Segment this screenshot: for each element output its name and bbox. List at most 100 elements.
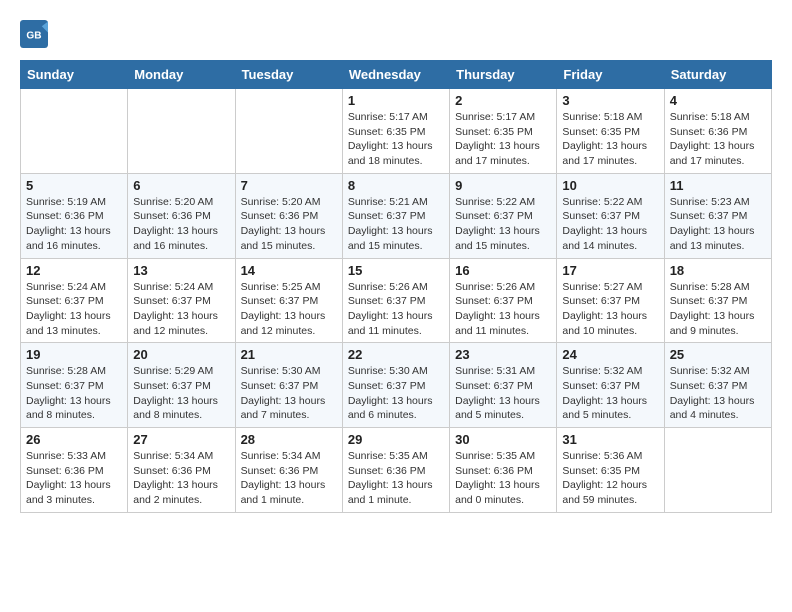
day-number: 3 xyxy=(562,93,658,108)
day-number: 18 xyxy=(670,263,766,278)
day-info: Sunrise: 5:17 AM Sunset: 6:35 PM Dayligh… xyxy=(455,110,551,169)
calendar-week-5: 26 Sunrise: 5:33 AM Sunset: 6:36 PM Dayli… xyxy=(21,428,772,513)
calendar-cell: 19 Sunrise: 5:28 AM Sunset: 6:37 PM Dayli… xyxy=(21,343,128,428)
calendar-cell: 26 Sunrise: 5:33 AM Sunset: 6:36 PM Dayli… xyxy=(21,428,128,513)
day-info: Sunrise: 5:18 AM Sunset: 6:35 PM Dayligh… xyxy=(562,110,658,169)
day-info: Sunrise: 5:17 AM Sunset: 6:35 PM Dayligh… xyxy=(348,110,444,169)
weekday-header-tuesday: Tuesday xyxy=(235,61,342,89)
calendar-cell: 10 Sunrise: 5:22 AM Sunset: 6:37 PM Dayli… xyxy=(557,173,664,258)
day-number: 8 xyxy=(348,178,444,193)
day-info: Sunrise: 5:33 AM Sunset: 6:36 PM Dayligh… xyxy=(26,449,122,508)
calendar-cell: 5 Sunrise: 5:19 AM Sunset: 6:36 PM Daylig… xyxy=(21,173,128,258)
day-info: Sunrise: 5:27 AM Sunset: 6:37 PM Dayligh… xyxy=(562,280,658,339)
day-info: Sunrise: 5:32 AM Sunset: 6:37 PM Dayligh… xyxy=(562,364,658,423)
calendar-cell: 1Sunrise: 5:17 AM Sunset: 6:35 PM Daylig… xyxy=(342,89,449,174)
calendar-cell: 27 Sunrise: 5:34 AM Sunset: 6:36 PM Dayli… xyxy=(128,428,235,513)
day-info: Sunrise: 5:26 AM Sunset: 6:37 PM Dayligh… xyxy=(455,280,551,339)
day-info: Sunrise: 5:29 AM Sunset: 6:37 PM Dayligh… xyxy=(133,364,229,423)
calendar-cell: 23 Sunrise: 5:31 AM Sunset: 6:37 PM Dayli… xyxy=(450,343,557,428)
calendar-cell: 31 Sunrise: 5:36 AM Sunset: 6:35 PM Dayli… xyxy=(557,428,664,513)
calendar-cell: 20 Sunrise: 5:29 AM Sunset: 6:37 PM Dayli… xyxy=(128,343,235,428)
day-info: Sunrise: 5:24 AM Sunset: 6:37 PM Dayligh… xyxy=(26,280,122,339)
weekday-header-saturday: Saturday xyxy=(664,61,771,89)
weekday-header-friday: Friday xyxy=(557,61,664,89)
day-info: Sunrise: 5:34 AM Sunset: 6:36 PM Dayligh… xyxy=(241,449,337,508)
calendar-cell: 8 Sunrise: 5:21 AM Sunset: 6:37 PM Daylig… xyxy=(342,173,449,258)
day-number: 15 xyxy=(348,263,444,278)
day-info: Sunrise: 5:18 AM Sunset: 6:36 PM Dayligh… xyxy=(670,110,766,169)
day-number: 29 xyxy=(348,432,444,447)
calendar-cell xyxy=(235,89,342,174)
day-number: 30 xyxy=(455,432,551,447)
day-number: 22 xyxy=(348,347,444,362)
day-number: 21 xyxy=(241,347,337,362)
day-number: 25 xyxy=(670,347,766,362)
calendar-cell: 18Sunrise: 5:28 AM Sunset: 6:37 PM Dayli… xyxy=(664,258,771,343)
day-number: 20 xyxy=(133,347,229,362)
day-info: Sunrise: 5:25 AM Sunset: 6:37 PM Dayligh… xyxy=(241,280,337,339)
day-info: Sunrise: 5:34 AM Sunset: 6:36 PM Dayligh… xyxy=(133,449,229,508)
day-number: 28 xyxy=(241,432,337,447)
day-info: Sunrise: 5:21 AM Sunset: 6:37 PM Dayligh… xyxy=(348,195,444,254)
day-number: 5 xyxy=(26,178,122,193)
day-number: 12 xyxy=(26,263,122,278)
day-number: 23 xyxy=(455,347,551,362)
weekday-header-row: SundayMondayTuesdayWednesdayThursdayFrid… xyxy=(21,61,772,89)
weekday-header-wednesday: Wednesday xyxy=(342,61,449,89)
day-info: Sunrise: 5:36 AM Sunset: 6:35 PM Dayligh… xyxy=(562,449,658,508)
day-number: 27 xyxy=(133,432,229,447)
calendar-cell xyxy=(664,428,771,513)
day-info: Sunrise: 5:30 AM Sunset: 6:37 PM Dayligh… xyxy=(348,364,444,423)
calendar-week-2: 5 Sunrise: 5:19 AM Sunset: 6:36 PM Daylig… xyxy=(21,173,772,258)
day-number: 7 xyxy=(241,178,337,193)
day-info: Sunrise: 5:23 AM Sunset: 6:37 PM Dayligh… xyxy=(670,195,766,254)
svg-text:GB: GB xyxy=(26,31,41,42)
day-number: 6 xyxy=(133,178,229,193)
weekday-header-sunday: Sunday xyxy=(21,61,128,89)
day-number: 31 xyxy=(562,432,658,447)
day-number: 10 xyxy=(562,178,658,193)
calendar-cell: 30 Sunrise: 5:35 AM Sunset: 6:36 PM Dayli… xyxy=(450,428,557,513)
logo: GB xyxy=(20,20,50,48)
calendar-cell: 4 Sunrise: 5:18 AM Sunset: 6:36 PM Daylig… xyxy=(664,89,771,174)
calendar-cell: 14 Sunrise: 5:25 AM Sunset: 6:37 PM Dayli… xyxy=(235,258,342,343)
calendar-cell: 29 Sunrise: 5:35 AM Sunset: 6:36 PM Dayli… xyxy=(342,428,449,513)
calendar-cell: 22 Sunrise: 5:30 AM Sunset: 6:37 PM Dayli… xyxy=(342,343,449,428)
day-number: 2 xyxy=(455,93,551,108)
day-number: 17 xyxy=(562,263,658,278)
calendar-cell: 12 Sunrise: 5:24 AM Sunset: 6:37 PM Dayli… xyxy=(21,258,128,343)
calendar-table: SundayMondayTuesdayWednesdayThursdayFrid… xyxy=(20,60,772,513)
calendar-cell: 13Sunrise: 5:24 AM Sunset: 6:37 PM Dayli… xyxy=(128,258,235,343)
day-info: Sunrise: 5:32 AM Sunset: 6:37 PM Dayligh… xyxy=(670,364,766,423)
day-info: Sunrise: 5:28 AM Sunset: 6:37 PM Dayligh… xyxy=(26,364,122,423)
calendar-cell: 21 Sunrise: 5:30 AM Sunset: 6:37 PM Dayli… xyxy=(235,343,342,428)
calendar-cell xyxy=(128,89,235,174)
day-info: Sunrise: 5:30 AM Sunset: 6:37 PM Dayligh… xyxy=(241,364,337,423)
day-info: Sunrise: 5:31 AM Sunset: 6:37 PM Dayligh… xyxy=(455,364,551,423)
day-number: 9 xyxy=(455,178,551,193)
calendar-cell: 11Sunrise: 5:23 AM Sunset: 6:37 PM Dayli… xyxy=(664,173,771,258)
day-info: Sunrise: 5:19 AM Sunset: 6:36 PM Dayligh… xyxy=(26,195,122,254)
calendar-cell: 2 Sunrise: 5:17 AM Sunset: 6:35 PM Daylig… xyxy=(450,89,557,174)
calendar-cell: 6Sunrise: 5:20 AM Sunset: 6:36 PM Daylig… xyxy=(128,173,235,258)
calendar-cell: 25 Sunrise: 5:32 AM Sunset: 6:37 PM Dayli… xyxy=(664,343,771,428)
day-info: Sunrise: 5:22 AM Sunset: 6:37 PM Dayligh… xyxy=(455,195,551,254)
calendar-cell: 9 Sunrise: 5:22 AM Sunset: 6:37 PM Daylig… xyxy=(450,173,557,258)
calendar-week-4: 19 Sunrise: 5:28 AM Sunset: 6:37 PM Dayli… xyxy=(21,343,772,428)
day-number: 14 xyxy=(241,263,337,278)
calendar-week-1: 1Sunrise: 5:17 AM Sunset: 6:35 PM Daylig… xyxy=(21,89,772,174)
day-info: Sunrise: 5:24 AM Sunset: 6:37 PM Dayligh… xyxy=(133,280,229,339)
day-info: Sunrise: 5:20 AM Sunset: 6:36 PM Dayligh… xyxy=(241,195,337,254)
day-info: Sunrise: 5:35 AM Sunset: 6:36 PM Dayligh… xyxy=(455,449,551,508)
day-number: 19 xyxy=(26,347,122,362)
day-info: Sunrise: 5:22 AM Sunset: 6:37 PM Dayligh… xyxy=(562,195,658,254)
day-number: 16 xyxy=(455,263,551,278)
calendar-cell: 28 Sunrise: 5:34 AM Sunset: 6:36 PM Dayli… xyxy=(235,428,342,513)
day-info: Sunrise: 5:35 AM Sunset: 6:36 PM Dayligh… xyxy=(348,449,444,508)
day-number: 4 xyxy=(670,93,766,108)
calendar-cell: 16 Sunrise: 5:26 AM Sunset: 6:37 PM Dayli… xyxy=(450,258,557,343)
day-number: 24 xyxy=(562,347,658,362)
calendar-cell: 17 Sunrise: 5:27 AM Sunset: 6:37 PM Dayli… xyxy=(557,258,664,343)
day-number: 26 xyxy=(26,432,122,447)
weekday-header-thursday: Thursday xyxy=(450,61,557,89)
